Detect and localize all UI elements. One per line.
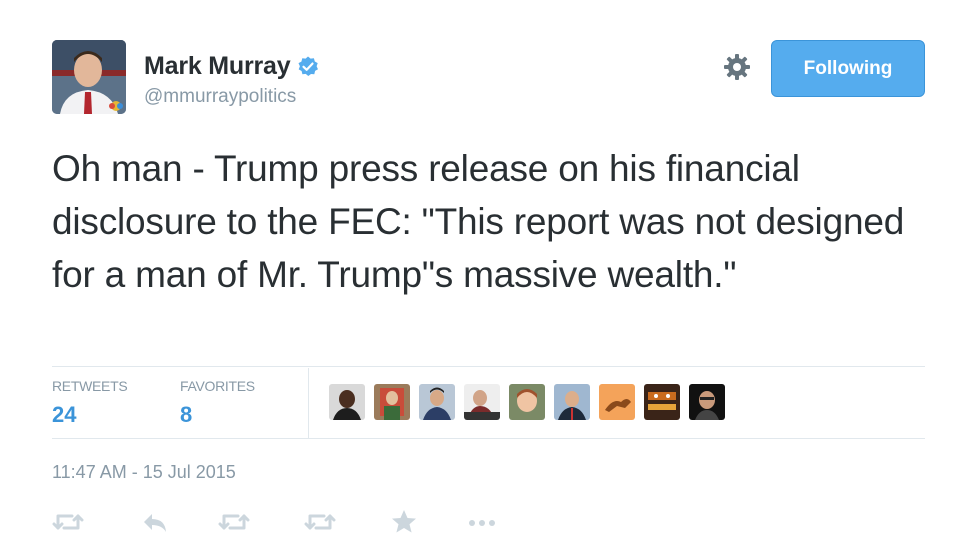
avatar[interactable] [52, 40, 126, 114]
favorite-icon[interactable] [388, 508, 420, 536]
retweets-stat[interactable]: RETWEETS 24 [52, 378, 128, 428]
favorites-stat[interactable]: FAVORITES 8 [180, 378, 255, 428]
favoriter-avatar[interactable] [599, 384, 635, 420]
divider [308, 368, 309, 438]
favoriter-avatar[interactable] [329, 384, 365, 420]
favoriter-avatar[interactable] [554, 384, 590, 420]
retweets-count[interactable]: 24 [52, 402, 127, 428]
user-name-row[interactable]: Mark Murray [144, 52, 320, 81]
retweets-label: RETWEETS [52, 378, 128, 394]
favoriter-avatar[interactable] [644, 384, 680, 420]
retweet-icon[interactable] [218, 508, 250, 536]
tweet-timestamp[interactable]: 11:47 AM - 15 Jul 2015 [52, 462, 236, 483]
retweet-count-icon[interactable] [52, 508, 84, 536]
favoriter-avatar[interactable] [689, 384, 725, 420]
favoriter-avatar[interactable] [374, 384, 410, 420]
retweet-alt-icon[interactable] [304, 508, 336, 536]
reply-icon[interactable] [140, 508, 172, 536]
following-button[interactable]: Following [771, 40, 925, 97]
divider [52, 438, 925, 439]
more-icon[interactable] [466, 508, 498, 536]
favorites-count[interactable]: 8 [180, 402, 255, 428]
verified-badge-icon [296, 55, 320, 79]
favoriter-avatars [329, 384, 725, 420]
user-handle[interactable]: @mmurraypolitics [144, 86, 296, 108]
favoriter-avatar[interactable] [419, 384, 455, 420]
favorites-label: FAVORITES [180, 378, 255, 394]
divider [52, 366, 925, 367]
favoriter-avatar[interactable] [464, 384, 500, 420]
gear-icon[interactable] [722, 52, 752, 82]
favoriter-avatar[interactable] [509, 384, 545, 420]
tweet-text: Oh man - Trump press release on his fina… [52, 148, 905, 295]
user-name[interactable]: Mark Murray [144, 52, 291, 81]
